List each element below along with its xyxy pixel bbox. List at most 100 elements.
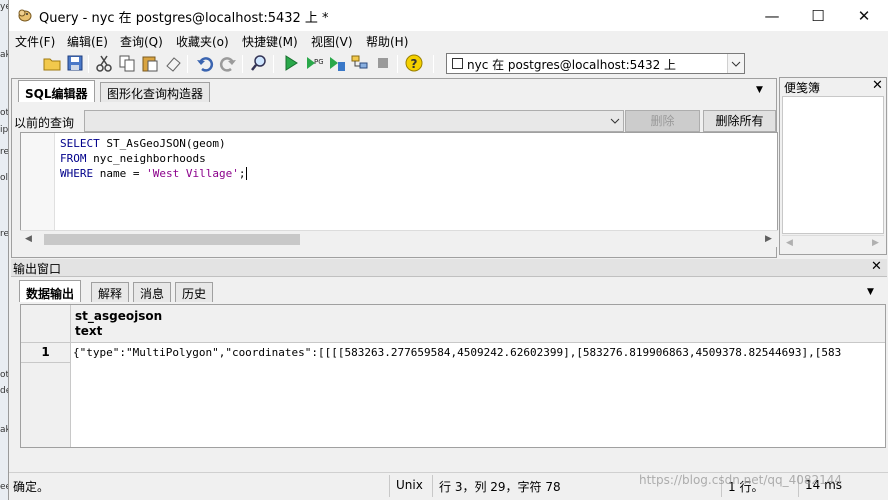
output-title: 输出窗口 — [13, 262, 62, 276]
editor-horizontal-scrollbar[interactable]: ◀ ▶ — [20, 230, 778, 247]
sql-keyword: SELECT — [60, 137, 100, 150]
watermark: https://blog.csdn.net/qq_4082144 — [639, 473, 843, 487]
delete-all-button[interactable]: 删除所有 — [703, 110, 776, 132]
column-type: text — [75, 324, 103, 338]
sql-editor[interactable]: SELECT ST_AsGeoJSON(geom) FROM nyc_neigh… — [20, 132, 778, 231]
background-window-edge: ye ak ot ip re ol re ot de ak ee — [0, 0, 8, 500]
save-icon[interactable] — [66, 54, 84, 72]
editor-gutter — [21, 133, 55, 230]
text-cursor — [246, 167, 248, 180]
history-select[interactable] — [84, 110, 624, 132]
eraser-icon[interactable] — [164, 54, 182, 72]
scratch-pad-text[interactable] — [782, 96, 884, 234]
close-icon[interactable]: ✕ — [871, 259, 882, 274]
close-button[interactable]: ✕ — [841, 0, 887, 31]
result-cell[interactable]: {"type":"MultiPolygon","coordinates":[[[… — [73, 344, 885, 362]
menu-edit[interactable]: 编辑(E) — [67, 33, 108, 50]
toolbar-separator — [187, 55, 188, 73]
scratch-pad-scrollbar[interactable]: ◀ ▶ — [782, 235, 884, 251]
results-grid: st_asgeojson text 1 {"type":"MultiPolygo… — [20, 304, 886, 448]
menu-bar: 文件(F) 编辑(E) 查询(Q) 收藏夹(o) 快捷键(M) 视图(V) 帮助… — [9, 31, 888, 51]
row-header-filler — [21, 363, 71, 447]
strip-text: ee — [0, 482, 8, 492]
copy-icon[interactable] — [118, 54, 136, 72]
strip-text: ot — [0, 108, 8, 118]
sql-text: name = — [93, 167, 147, 180]
menu-query[interactable]: 查询(Q) — [120, 33, 163, 50]
scroll-left-icon[interactable]: ◀ — [25, 234, 32, 244]
title-bar: Query - nyc 在 postgres@localhost:5432 上 … — [9, 0, 888, 31]
tab-history[interactable]: 历史 — [175, 282, 214, 302]
paste-icon[interactable] — [141, 54, 159, 72]
strip-text: re — [0, 147, 8, 157]
grid-corner[interactable] — [21, 305, 71, 343]
tab-data-output[interactable]: 数据输出 — [19, 280, 82, 302]
toolbar-separator — [433, 55, 434, 73]
connection-checkbox[interactable] — [452, 58, 463, 69]
sql-text: nyc_neighborhoods — [86, 152, 206, 165]
menu-favorites[interactable]: 收藏夹(o) — [176, 33, 229, 50]
open-folder-icon[interactable] — [43, 54, 61, 72]
toolbar-separator — [88, 55, 89, 73]
history-label: 以前的查询 — [14, 116, 75, 130]
scroll-thumb[interactable] — [44, 234, 300, 245]
maximize-button[interactable]: ☐ — [795, 0, 841, 31]
cancel-query-icon[interactable] — [374, 54, 392, 72]
query-window: Query - nyc 在 postgres@localhost:5432 上 … — [8, 0, 888, 500]
toolbar-separator — [397, 55, 398, 73]
menu-help[interactable]: 帮助(H) — [366, 33, 408, 50]
connection-select[interactable]: nyc 在 postgres@localhost:5432 上 — [446, 53, 745, 74]
menu-view[interactable]: 视图(V) — [311, 33, 353, 50]
strip-text: ak — [0, 425, 8, 435]
column-header[interactable]: st_asgeojson text — [71, 305, 885, 343]
delete-button[interactable]: 删除 — [625, 110, 700, 132]
svg-text:?: ? — [411, 57, 418, 71]
strip-text: ye — [0, 2, 8, 12]
strip-text: re — [0, 229, 8, 239]
sql-keyword: WHERE — [60, 167, 94, 180]
find-icon[interactable] — [250, 54, 268, 72]
svg-text:PG: PG — [314, 58, 323, 66]
close-icon[interactable]: ✕ — [872, 78, 883, 93]
redo-icon[interactable] — [219, 54, 237, 72]
scroll-right-icon[interactable]: ▶ — [872, 238, 879, 248]
tab-messages[interactable]: 消息 — [133, 282, 172, 302]
strip-text: ak — [0, 50, 8, 60]
window-title: Query - nyc 在 postgres@localhost:5432 上 … — [39, 11, 329, 26]
cut-icon[interactable] — [95, 54, 113, 72]
help-icon[interactable]: ? — [405, 54, 423, 72]
panel-menu-icon[interactable]: ▼ — [867, 287, 874, 297]
row-number[interactable]: 1 — [21, 343, 71, 363]
scroll-left-icon[interactable]: ◀ — [786, 238, 793, 248]
menu-file[interactable]: 文件(F) — [15, 33, 55, 50]
sql-string: 'West Village' — [146, 167, 239, 180]
execute-to-file-icon[interactable] — [328, 54, 346, 72]
toolbar-separator — [242, 55, 243, 73]
undo-icon[interactable] — [196, 54, 214, 72]
strip-text: de — [0, 386, 8, 396]
line-ending: Unix — [389, 475, 431, 497]
sql-keyword: FROM — [60, 152, 87, 165]
scratch-pad-title: 便笺簿 — [780, 78, 886, 96]
output-title-bar — [11, 259, 887, 277]
minimize-button[interactable]: — — [749, 0, 795, 31]
execute-pgscript-icon[interactable]: PG — [305, 54, 324, 72]
tab-explain[interactable]: 解释 — [91, 282, 130, 302]
status-text: 确定。 — [13, 480, 50, 494]
strip-text: ot — [0, 370, 8, 380]
column-name: st_asgeojson — [75, 309, 163, 323]
chevron-down-icon[interactable] — [727, 54, 744, 73]
panel-menu-icon[interactable]: ▼ — [756, 85, 763, 95]
chevron-down-icon[interactable] — [606, 111, 623, 131]
menu-shortcuts[interactable]: 快捷键(M) — [242, 33, 298, 50]
code-line: SELECT ST_AsGeoJSON(geom) — [60, 137, 226, 150]
explain-icon[interactable] — [351, 54, 369, 72]
tab-graphical-query-builder[interactable]: 图形化查询构造器 — [100, 82, 211, 102]
execute-icon[interactable] — [282, 54, 300, 72]
tab-sql-editor[interactable]: SQL编辑器 — [18, 80, 95, 102]
strip-text: ol — [0, 173, 8, 183]
sql-text: ST_AsGeoJSON(geom) — [99, 137, 226, 150]
scroll-right-icon[interactable]: ▶ — [765, 234, 772, 244]
output-tab-row: 数据输出 解释 消息 历史 — [15, 279, 885, 303]
sql-text: ; — [238, 167, 246, 180]
